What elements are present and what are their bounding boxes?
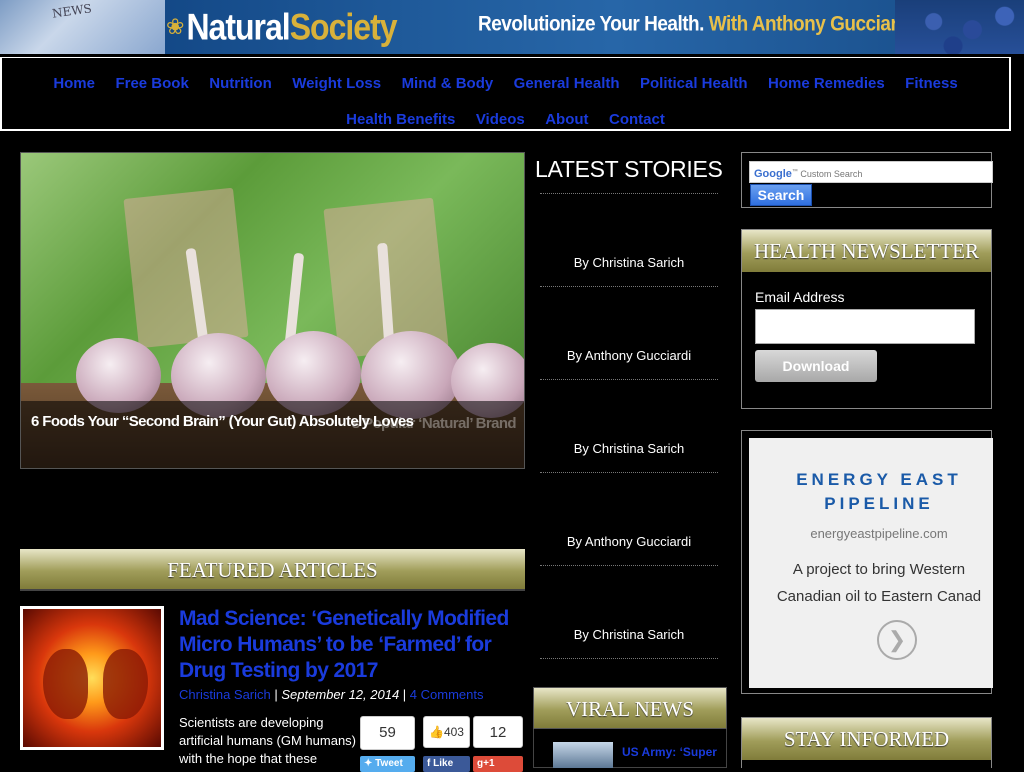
story-byline: By Christina Sarich: [573, 255, 685, 270]
slider-caption[interactable]: s Popular ‘Natural’ Brand 6 Foods Your “…: [21, 401, 524, 468]
story-divider: [540, 286, 718, 287]
latest-stories-title: LATEST STORIES: [535, 156, 723, 182]
slider-caption-title[interactable]: 6 Foods Your “Second Brain” (Your Gut) A…: [31, 413, 414, 430]
tweet-count-box: 59: [360, 716, 415, 750]
fetus-shape: [103, 649, 148, 719]
stay-informed-widget: STAY INFORMED: [741, 717, 992, 768]
main-nav: Home Free Book Nutrition Weight Loss Min…: [0, 57, 1011, 131]
nav-item-nutrition[interactable]: Nutrition: [209, 66, 271, 102]
viral-item-thumbnail[interactable]: [553, 742, 613, 768]
site-tagline: Revolutionize Your Health. With Anthony …: [478, 12, 919, 37]
featured-article: Mad Science: ‘Genetically Modified Micro…: [20, 606, 525, 772]
search-button[interactable]: Search: [750, 184, 812, 206]
site-banner: NEWS ❀ Natural Society Revolutionize Your…: [0, 0, 1024, 54]
gplus-count: 12: [489, 724, 507, 741]
story-divider: [540, 379, 718, 380]
nav-item-weight-loss[interactable]: Weight Loss: [292, 66, 381, 102]
story-byline: By Christina Sarich: [573, 627, 685, 642]
featured-slider[interactable]: s Popular ‘Natural’ Brand 6 Foods Your “…: [20, 152, 525, 469]
thumbs-up-icon: 👍: [429, 725, 444, 739]
email-field[interactable]: [755, 309, 975, 344]
article-thumbnail[interactable]: [20, 606, 164, 750]
like-count: 403: [443, 725, 464, 739]
tweet-button[interactable]: ✦ Tweet: [360, 756, 415, 772]
download-button[interactable]: Download: [755, 350, 877, 382]
site-logo[interactable]: ❀ Natural Society: [166, 0, 406, 54]
email-label: Email Address: [755, 289, 845, 305]
like-count-box: 👍403: [423, 716, 470, 748]
ad-banner[interactable]: ENERGY EAST PIPELINE energyeastpipeline.c…: [749, 438, 993, 688]
article-headline[interactable]: Mad Science: ‘Genetically Modified Micro…: [179, 606, 519, 684]
newspaper-image: NEWS: [0, 0, 165, 54]
stay-informed-heading: STAY INFORMED: [742, 718, 991, 760]
ad-url: energyeastpipeline.com: [810, 526, 948, 541]
nav-item-about[interactable]: About: [545, 102, 588, 138]
gplus-count-box: 12: [473, 716, 523, 748]
search-placeholder: Custom Search: [800, 169, 863, 179]
ad-widget: ENERGY EAST PIPELINE energyeastpipeline.c…: [741, 430, 993, 694]
nav-item-fitness[interactable]: Fitness: [905, 66, 958, 102]
twitter-icon: ✦: [364, 758, 373, 769]
logo-society: Society: [289, 5, 398, 48]
story-byline: By Christina Sarich: [573, 441, 685, 456]
leaf-icon: ❀: [166, 14, 185, 39]
story-divider: [540, 472, 718, 473]
tweet-count: 59: [379, 724, 396, 741]
ad-description: A project to bring Western Canadian oil t…: [776, 561, 982, 605]
viral-item-title[interactable]: US Army: ‘Super: [622, 745, 717, 759]
story-byline: By Anthony Gucciardi: [566, 348, 692, 363]
ad-title: ENERGY EAST PIPELINE: [796, 470, 962, 513]
viral-news-heading: VIRAL NEWS: [533, 687, 727, 729]
story-divider: [540, 658, 718, 659]
nav-item-contact[interactable]: Contact: [609, 102, 665, 138]
news-label: NEWS: [51, 1, 93, 21]
nav-item-free-book[interactable]: Free Book: [115, 66, 188, 102]
product-box-left: [123, 187, 249, 349]
search-input[interactable]: Google™ Custom Search: [749, 161, 993, 183]
article-meta: Christina Sarich | September 12, 2014 | …: [179, 687, 484, 702]
nav-item-home[interactable]: Home: [53, 66, 95, 102]
story-divider: [540, 565, 718, 566]
newsletter-title: HEALTH NEWSLETTER: [754, 239, 979, 263]
nav-item-mind-body[interactable]: Mind & Body: [402, 66, 494, 102]
article-date: September 12, 2014: [281, 687, 400, 702]
chevron-right-icon[interactable]: ❯: [877, 620, 917, 660]
story-divider: [540, 193, 718, 194]
viral-news-title: VIRAL NEWS: [565, 697, 695, 721]
nav-item-home-remedies[interactable]: Home Remedies: [768, 66, 885, 102]
blueberries-image: [895, 0, 1024, 54]
nav-item-videos[interactable]: Videos: [476, 102, 525, 138]
meta-separator: |: [399, 687, 410, 702]
logo-natural: Natural: [186, 5, 290, 48]
tagline-a: Revolutionize Your Health.: [478, 12, 704, 36]
google-brand: Google: [754, 168, 792, 180]
nav-item-health-benefits[interactable]: Health Benefits: [346, 102, 455, 138]
facebook-icon: f: [427, 758, 431, 769]
meta-separator: |: [270, 687, 282, 702]
article-excerpt: Scientists are developing artificial hum…: [179, 715, 356, 766]
fetus-shape: [43, 649, 88, 719]
newsletter-widget: HEALTH NEWSLETTER Email Address Download: [741, 229, 992, 409]
like-button[interactable]: f Like: [423, 756, 470, 772]
article-author[interactable]: Christina Sarich: [179, 687, 271, 702]
search-widget: Google™ Custom Search Search: [741, 152, 993, 208]
article-comments-link[interactable]: 4 Comments: [410, 687, 484, 702]
story-byline: By Anthony Gucciardi: [566, 534, 692, 549]
featured-articles-heading: FEATURED ARTICLES: [20, 549, 525, 591]
featured-articles-title: FEATURED ARTICLES: [167, 558, 378, 582]
newsletter-heading: HEALTH NEWSLETTER: [742, 230, 991, 272]
nav-item-political-health[interactable]: Political Health: [640, 66, 748, 102]
tagline-b: With Anthony Gucciardi.: [708, 12, 919, 36]
stay-informed-title: STAY INFORMED: [783, 727, 950, 751]
gplus-button[interactable]: g+1: [473, 756, 523, 772]
nav-item-general-health[interactable]: General Health: [514, 66, 620, 102]
